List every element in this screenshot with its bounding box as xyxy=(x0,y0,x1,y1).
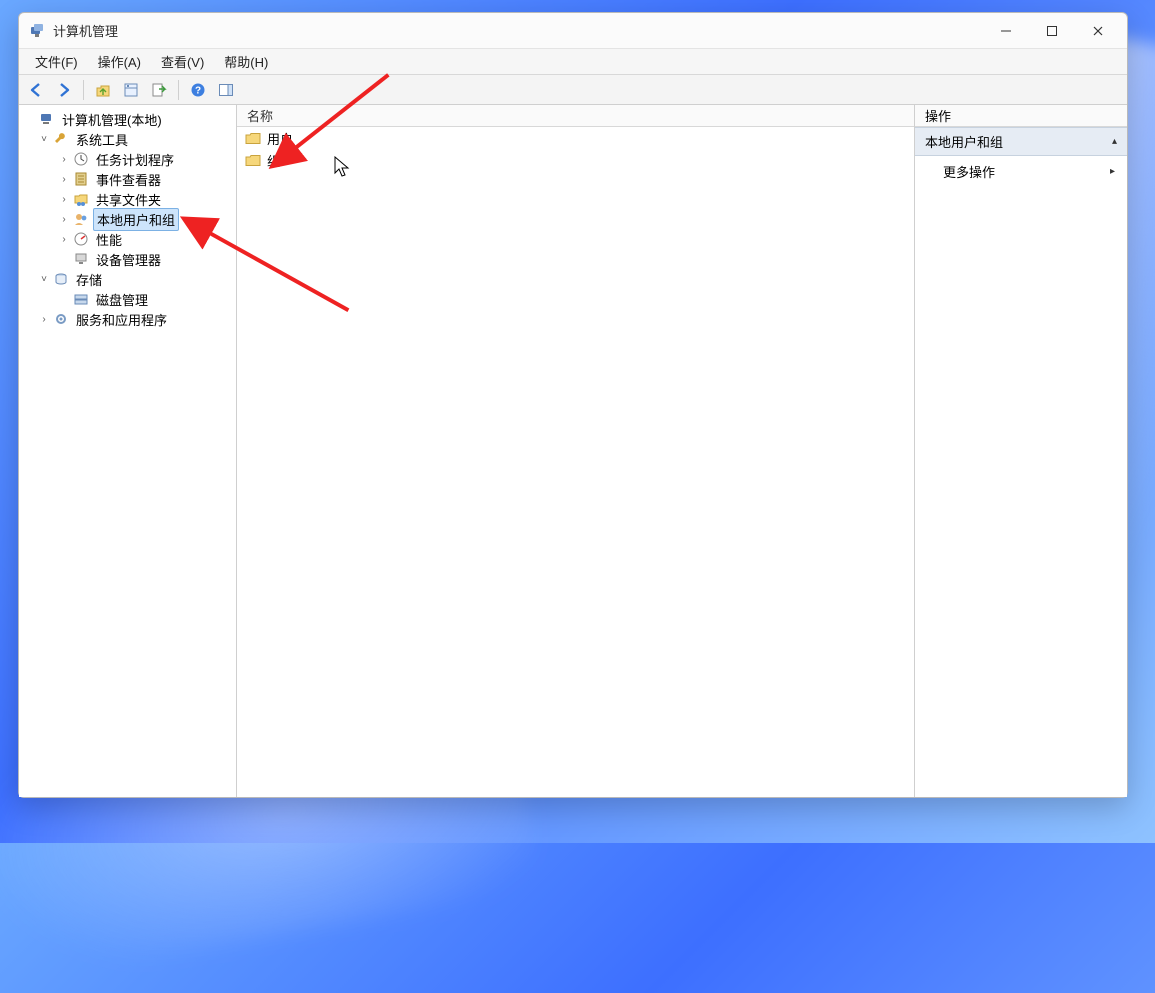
tree-event-viewer[interactable]: › 事件查看器 xyxy=(19,169,236,189)
storage-icon xyxy=(53,271,69,287)
tree-storage[interactable]: ˅ 存储 xyxy=(19,269,236,289)
folder-icon xyxy=(245,153,261,167)
tree-label: 存储 xyxy=(73,269,105,290)
actions-row-label: 更多操作 xyxy=(943,162,995,181)
main-window: 计算机管理 文件(F) 操作(A) 查看(V) 帮助(H) xyxy=(18,12,1128,798)
menu-file[interactable]: 文件(F) xyxy=(25,49,88,74)
toolbar-back-button[interactable] xyxy=(23,78,49,102)
collapse-toggle-icon[interactable]: ˅ xyxy=(37,134,51,145)
toolbar-forward-button[interactable] xyxy=(51,78,77,102)
tree-label: 共享文件夹 xyxy=(93,189,164,210)
list-column-header-name[interactable]: 名称 xyxy=(237,105,914,127)
tree-label: 系统工具 xyxy=(73,129,131,150)
tree-root[interactable]: 计算机管理(本地) xyxy=(19,109,236,129)
menu-help[interactable]: 帮助(H) xyxy=(214,49,278,74)
performance-icon xyxy=(73,231,89,247)
expand-toggle-icon[interactable]: › xyxy=(57,174,71,185)
list-item-label: 组 xyxy=(267,151,280,170)
tree-system-tools[interactable]: ˅ 系统工具 xyxy=(19,129,236,149)
expand-toggle-icon[interactable]: › xyxy=(57,214,71,225)
toolbar-separator xyxy=(83,80,84,100)
close-button[interactable] xyxy=(1075,15,1121,47)
menu-view[interactable]: 查看(V) xyxy=(151,49,214,74)
actions-pane: 操作 本地用户和组 ▴ 更多操作 ▸ xyxy=(915,105,1127,797)
menu-action[interactable]: 操作(A) xyxy=(88,49,151,74)
expand-toggle-icon[interactable]: › xyxy=(37,314,51,325)
toolbar: ? xyxy=(19,75,1127,105)
collapse-toggle-icon[interactable]: ˅ xyxy=(37,274,51,285)
toolbar-separator xyxy=(178,80,179,100)
menubar: 文件(F) 操作(A) 查看(V) 帮助(H) xyxy=(19,49,1127,75)
actions-section-title[interactable]: 本地用户和组 ▴ xyxy=(915,127,1127,156)
toolbar-help-button[interactable]: ? xyxy=(185,78,211,102)
window-title: 计算机管理 xyxy=(53,21,118,40)
list-pane: 名称 用户 组 xyxy=(237,105,915,797)
tree-label: 磁盘管理 xyxy=(93,289,151,310)
toolbar-show-action-pane-button[interactable] xyxy=(213,78,239,102)
tree-label: 本地用户和组 xyxy=(93,208,179,231)
computer-management-icon xyxy=(39,111,55,127)
tree-performance[interactable]: › 性能 xyxy=(19,229,236,249)
shared-folder-icon xyxy=(73,191,89,207)
actions-header: 操作 xyxy=(915,105,1127,127)
tree-label: 服务和应用程序 xyxy=(73,309,170,330)
toolbar-export-button[interactable] xyxy=(146,78,172,102)
minimize-button[interactable] xyxy=(983,15,1029,47)
services-icon xyxy=(53,311,69,327)
tree-device-manager[interactable]: 设备管理器 xyxy=(19,249,236,269)
event-log-icon xyxy=(73,171,89,187)
tree-disk-management[interactable]: 磁盘管理 xyxy=(19,289,236,309)
svg-text:?: ? xyxy=(195,85,201,96)
folder-icon xyxy=(245,131,261,145)
collapse-caret-icon: ▴ xyxy=(1112,136,1117,147)
tree-local-users-groups[interactable]: › 本地用户和组 xyxy=(19,209,236,229)
tree-shared-folders[interactable]: › 共享文件夹 xyxy=(19,189,236,209)
tree-label: 计算机管理(本地) xyxy=(59,109,165,130)
tree-task-scheduler[interactable]: › 任务计划程序 xyxy=(19,149,236,169)
actions-more-actions[interactable]: 更多操作 ▸ xyxy=(915,156,1127,187)
tree-label: 设备管理器 xyxy=(93,249,164,270)
toolbar-up-button[interactable] xyxy=(90,78,116,102)
maximize-button[interactable] xyxy=(1029,15,1075,47)
tree-label: 事件查看器 xyxy=(93,169,164,190)
expand-toggle-icon[interactable]: › xyxy=(57,234,71,245)
expand-toggle-icon[interactable]: › xyxy=(57,154,71,165)
list-item-users[interactable]: 用户 xyxy=(237,127,914,149)
device-manager-icon xyxy=(73,251,89,267)
tree-label: 任务计划程序 xyxy=(93,149,177,170)
toolbar-properties-button[interactable] xyxy=(118,78,144,102)
expand-toggle-icon[interactable]: › xyxy=(57,194,71,205)
app-icon xyxy=(29,23,45,39)
list-body[interactable]: 用户 组 xyxy=(237,127,914,797)
tree-label: 性能 xyxy=(93,229,125,250)
clock-icon xyxy=(73,151,89,167)
users-groups-icon xyxy=(73,211,89,227)
list-item-groups[interactable]: 组 xyxy=(237,149,914,171)
tree-services-apps[interactable]: › 服务和应用程序 xyxy=(19,309,236,329)
disk-management-icon xyxy=(73,291,89,307)
submenu-caret-icon: ▸ xyxy=(1110,166,1115,177)
actions-section-label: 本地用户和组 xyxy=(925,132,1003,151)
wrench-icon xyxy=(53,131,69,147)
list-item-label: 用户 xyxy=(267,129,293,148)
titlebar: 计算机管理 xyxy=(19,13,1127,49)
tree-pane[interactable]: 计算机管理(本地) ˅ 系统工具 › xyxy=(19,105,237,797)
